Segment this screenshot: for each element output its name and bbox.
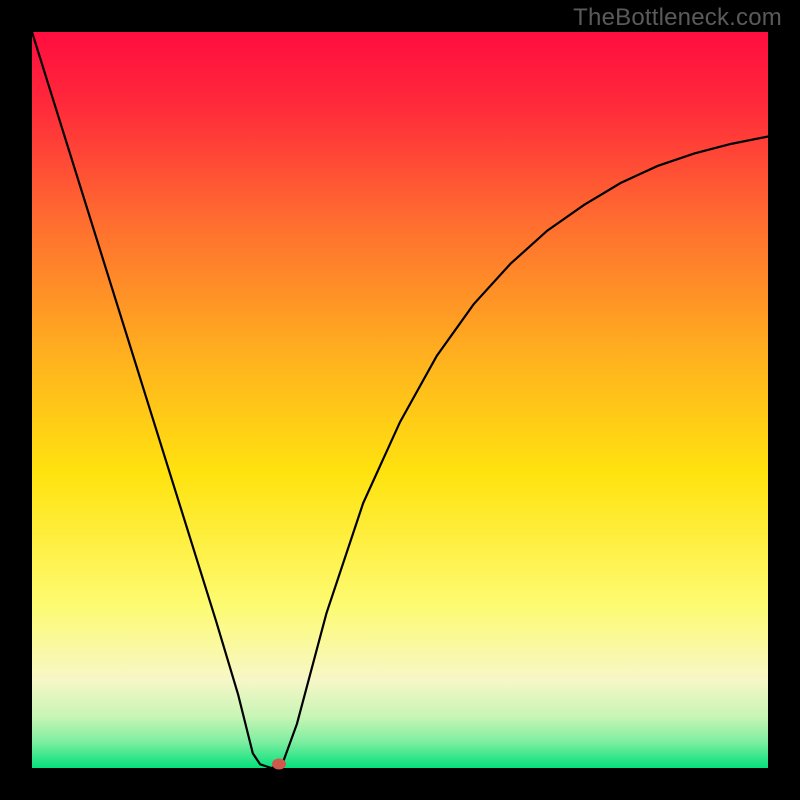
min-marker: [272, 759, 286, 770]
chart-background: [32, 32, 768, 768]
watermark-text: TheBottleneck.com: [573, 4, 782, 32]
chart-svg: [32, 32, 768, 768]
plot-area: [32, 32, 768, 768]
chart-frame: TheBottleneck.com: [0, 0, 800, 800]
